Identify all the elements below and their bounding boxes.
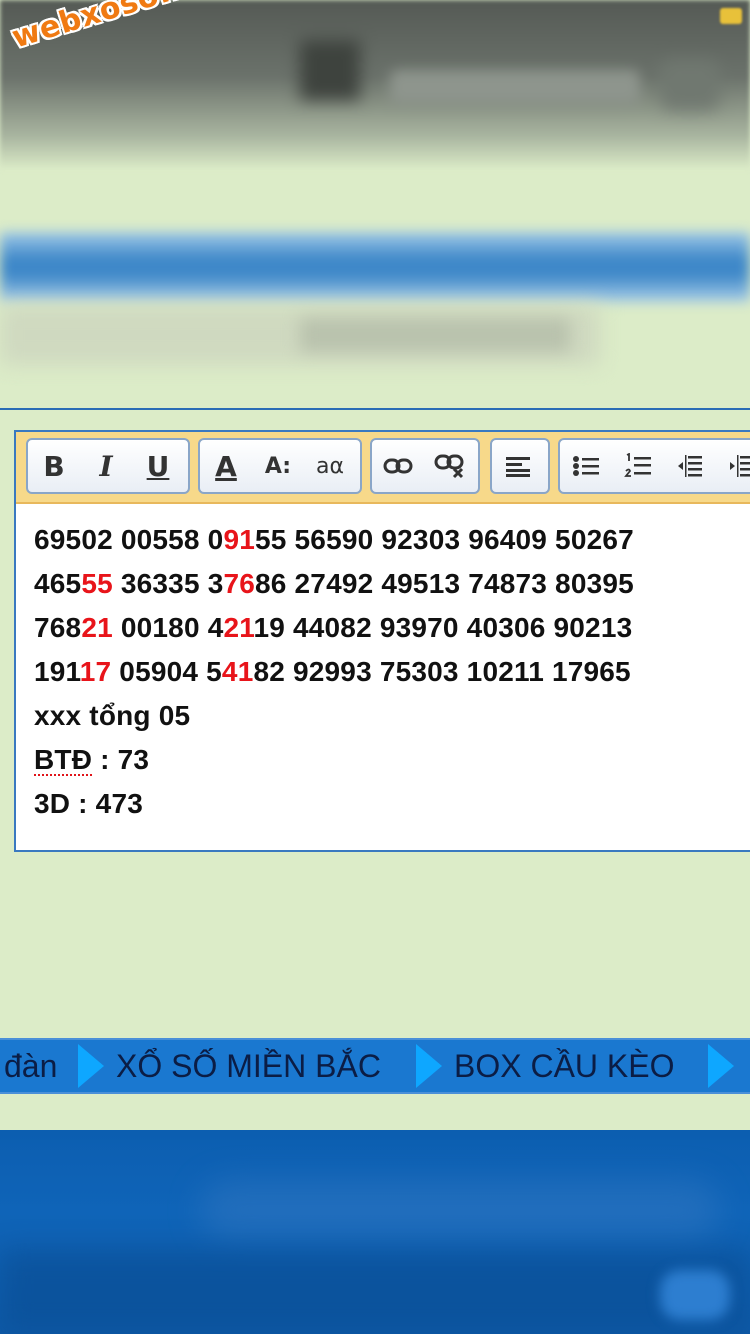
category-nav-bar: đàn XỔ SỐ MIỀN BẮC BOX CẦU KÈO (0, 1038, 750, 1094)
blurred-footer (0, 1130, 750, 1334)
font-family-icon: aα (316, 453, 344, 479)
font-size-icon: A: (264, 453, 292, 479)
list-group (558, 438, 750, 494)
insert-link-button[interactable] (372, 441, 424, 491)
btd-label: BTĐ (34, 744, 93, 775)
highlighted-digits: 76 (223, 568, 256, 599)
align-left-icon (506, 457, 530, 477)
font-color-icon: A (215, 449, 237, 483)
number-text: 768 (34, 612, 82, 643)
indent-icon (730, 455, 750, 477)
three-d-line: 3D : 473 (34, 788, 143, 819)
number-line: 76821 00180 42119 44082 93970 40306 9021… (34, 606, 750, 650)
number-line: 69502 00558 09155 56590 92303 96409 5026… (34, 518, 750, 562)
format-group: B I U (26, 438, 190, 494)
font-group: A A: aα (198, 438, 362, 494)
chevron-right-icon (416, 1044, 442, 1088)
rich-text-editor[interactable]: B I U A A: aα 69502 00558 09155 56590 92… (14, 430, 750, 852)
font-size-button[interactable]: A: (252, 441, 304, 491)
chevron-right-icon (708, 1044, 734, 1088)
link-icon (383, 458, 413, 474)
highlighted-digits: 21 (81, 612, 113, 643)
nav-item-xo-so-mien-bac[interactable]: XỔ SỐ MIỀN BẮC (116, 1040, 381, 1092)
number-line: 46555 36335 37686 27492 49513 74873 8039… (34, 562, 750, 606)
bold-button[interactable]: B (28, 441, 80, 491)
number-text: 191 (34, 656, 80, 687)
editor-toolbar: B I U A A: aα (16, 432, 750, 504)
battery-icon (720, 8, 742, 24)
outdent-button[interactable] (664, 441, 716, 491)
number-text: 69502 00558 0 (34, 524, 224, 555)
btd-line: BTĐ : 73 (34, 738, 750, 782)
nav-item-box-cau-keo[interactable]: BOX CẦU KÈO (454, 1040, 675, 1092)
editor-content[interactable]: 69502 00558 09155 56590 92303 96409 5026… (16, 504, 750, 826)
italic-button[interactable]: I (80, 441, 132, 491)
font-color-button[interactable]: A (200, 441, 252, 491)
underline-icon: U (146, 449, 170, 483)
font-family-button[interactable]: aα (304, 441, 356, 491)
number-text: 82 92993 75303 10211 17965 (253, 656, 631, 687)
outdent-icon (678, 455, 702, 477)
btd-value: : 73 (92, 744, 150, 775)
panel-top-border (0, 408, 750, 410)
number-text: 36335 3 (112, 568, 224, 599)
number-text: 86 27492 49513 74873 80395 (255, 568, 634, 599)
highlighted-digits: 21 (223, 612, 254, 643)
blurred-blue-band (0, 232, 750, 302)
number-line: 19117 05904 54182 92993 75303 10211 1796… (34, 650, 750, 694)
underline-button[interactable]: U (132, 441, 184, 491)
indent-button[interactable] (716, 441, 750, 491)
numbered-list-icon (624, 453, 651, 477)
remove-link-button[interactable] (424, 441, 476, 491)
highlighted-digits: 17 (79, 656, 112, 687)
bullet-list-icon (573, 456, 599, 476)
chevron-right-icon (78, 1044, 104, 1088)
bold-icon: B (43, 449, 65, 483)
nav-item-dan[interactable]: đàn (4, 1040, 57, 1092)
number-text: 55 56590 92303 96409 50267 (255, 524, 634, 555)
highlighted-digits: 41 (221, 656, 254, 687)
align-left-button[interactable] (492, 441, 544, 491)
bullet-list-button[interactable] (560, 441, 612, 491)
link-group (370, 438, 480, 494)
sum-line: xxx tổng 05 (34, 700, 191, 731)
highlighted-digits: 91 (223, 524, 256, 555)
unlink-icon (434, 454, 464, 479)
number-text: 05904 5 (111, 656, 222, 687)
number-text: 465 (34, 568, 82, 599)
italic-icon: I (99, 449, 113, 483)
numbered-list-button[interactable] (612, 441, 664, 491)
number-text: 00180 4 (112, 612, 224, 643)
align-group (490, 438, 550, 494)
highlighted-digits: 55 (81, 568, 113, 599)
number-text: 19 44082 93970 40306 90213 (253, 612, 633, 643)
